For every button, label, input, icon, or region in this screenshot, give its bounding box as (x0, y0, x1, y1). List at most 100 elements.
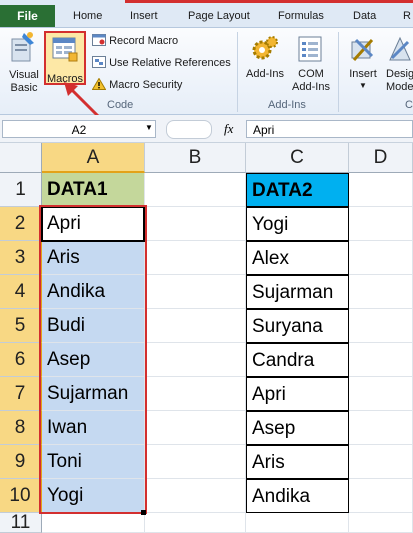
cell-c9[interactable]: Aris (246, 445, 349, 479)
visual-basic-button[interactable]: Visual Basic (4, 31, 42, 95)
tab-insert[interactable]: Insert (130, 6, 158, 26)
cell-c11[interactable] (246, 513, 349, 533)
controls-group-label: C (405, 99, 413, 111)
cell-b6[interactable] (145, 343, 246, 377)
cell-b8[interactable] (145, 411, 246, 445)
cell-d7[interactable] (349, 377, 413, 411)
row-header-1[interactable]: 1 (0, 173, 42, 207)
macro-security-label: Macro Security (109, 79, 183, 91)
cell-d11[interactable] (349, 513, 413, 533)
cell-a1[interactable]: DATA1 (42, 173, 145, 207)
row-header-10[interactable]: 10 (0, 479, 42, 513)
code-group-label: Code (107, 99, 134, 111)
cell-b9[interactable] (145, 445, 246, 479)
tab-formulas[interactable]: Formulas (278, 6, 324, 26)
tab-home[interactable]: Home (73, 6, 102, 26)
cell-c5[interactable]: Suryana (246, 309, 349, 343)
row-header-9[interactable]: 9 (0, 445, 42, 479)
row-header-4[interactable]: 4 (0, 275, 42, 309)
cell-a9[interactable]: Toni (42, 445, 145, 479)
cell-c1[interactable]: DATA2 (246, 173, 349, 207)
chevron-down-icon: ▼ (359, 81, 367, 90)
design-mode-label: Design Mode (386, 68, 413, 93)
cell-b11[interactable] (145, 513, 246, 533)
row-header-2[interactable]: 2 (0, 207, 42, 241)
cell-d9[interactable] (349, 445, 413, 479)
insert-label: Insert (349, 68, 377, 80)
column-header-d[interactable]: D (349, 143, 413, 173)
select-all-corner[interactable] (0, 143, 42, 173)
cell-c3[interactable]: Alex (246, 241, 349, 275)
cell-c2[interactable]: Yogi (246, 207, 349, 241)
design-mode-icon (389, 36, 411, 61)
cell-c7[interactable]: Apri (246, 377, 349, 411)
row-header-11[interactable]: 11 (0, 513, 42, 533)
row-header-7[interactable]: 7 (0, 377, 42, 411)
formula-bar-handle[interactable] (166, 120, 212, 139)
cell-b10[interactable] (145, 479, 246, 513)
column-header-a[interactable]: A (42, 143, 145, 173)
cell-b4[interactable] (145, 275, 246, 309)
tab-page-layout[interactable]: Page Layout (188, 6, 250, 26)
cell-a3[interactable]: Aris (42, 241, 145, 275)
cell-d8[interactable] (349, 411, 413, 445)
cell-d5[interactable] (349, 309, 413, 343)
cell-a4[interactable]: Andika (42, 275, 145, 309)
relative-references-button[interactable]: Use Relative References (92, 55, 231, 71)
cell-c8[interactable]: Asep (246, 411, 349, 445)
cell-d3[interactable] (349, 241, 413, 275)
cell-d4[interactable] (349, 275, 413, 309)
group-separator (338, 32, 339, 112)
relative-references-icon (92, 56, 106, 68)
cell-b5[interactable] (145, 309, 246, 343)
row-header-6[interactable]: 6 (0, 343, 42, 377)
name-box-dropdown-icon[interactable]: ▼ (145, 123, 153, 132)
cell-d6[interactable] (349, 343, 413, 377)
cell-a11[interactable] (42, 513, 145, 533)
cell-b7[interactable] (145, 377, 246, 411)
formula-input[interactable]: Apri (246, 120, 413, 138)
group-separator (237, 32, 238, 112)
addins-button[interactable]: Add-Ins (243, 34, 287, 81)
fx-icon[interactable]: fx (224, 121, 233, 137)
column-header-b[interactable]: B (145, 143, 246, 173)
tab-file[interactable]: File (0, 5, 55, 27)
tools-icon (351, 38, 374, 62)
fill-handle[interactable] (141, 510, 146, 515)
cell-d1[interactable] (349, 173, 413, 207)
row-header-8[interactable]: 8 (0, 411, 42, 445)
gear-icon (252, 36, 278, 60)
visual-basic-label: Visual Basic (9, 69, 39, 94)
tab-review-partial[interactable]: R (403, 6, 411, 26)
com-addins-label: COM Add-Ins (292, 68, 330, 93)
cell-b1[interactable] (145, 173, 246, 207)
cell-a7[interactable]: Sujarman (42, 377, 145, 411)
cell-c4[interactable]: Sujarman (246, 275, 349, 309)
insert-controls-button[interactable]: Insert ▼ (343, 34, 383, 91)
cell-a6[interactable]: Asep (42, 343, 145, 377)
cell-a5[interactable]: Budi (42, 309, 145, 343)
cell-a10[interactable]: Yogi (42, 479, 145, 513)
cell-a8[interactable]: Iwan (42, 411, 145, 445)
cell-b2[interactable] (145, 207, 246, 241)
row-header-3[interactable]: 3 (0, 241, 42, 275)
macros-button[interactable]: Macros (44, 31, 86, 85)
record-macro-button[interactable]: Record Macro (92, 33, 178, 49)
cell-c6[interactable]: Candra (246, 343, 349, 377)
highlight-strip (125, 0, 413, 3)
com-addins-button[interactable]: COM Add-Ins (291, 34, 331, 94)
cell-a2[interactable]: Apri (42, 207, 145, 241)
cell-c10[interactable]: Andika (246, 479, 349, 513)
tab-data[interactable]: Data (353, 6, 376, 26)
column-header-c[interactable]: C (246, 143, 349, 173)
worksheet-grid: A B C D 1 DATA1 DATA2 2 Apri Yogi 3 Aris Alex 4 An… (0, 143, 413, 533)
formula-bar: A2 ▼ fx Apri (0, 115, 413, 143)
record-macro-icon (92, 34, 106, 46)
name-box[interactable]: A2 (2, 120, 156, 138)
row-header-5[interactable]: 5 (0, 309, 42, 343)
design-mode-button[interactable]: Design Mode (386, 34, 413, 94)
cell-b3[interactable] (145, 241, 246, 275)
cell-d10[interactable] (349, 479, 413, 513)
cell-d2[interactable] (349, 207, 413, 241)
visual-basic-icon (11, 32, 34, 62)
